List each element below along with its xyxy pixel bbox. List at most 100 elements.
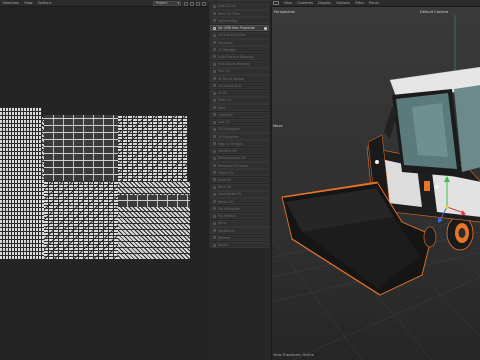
palette-item[interactable]: Optimal Map: [210, 17, 269, 25]
panel-grip[interactable]: [208, 0, 271, 2]
command-icon: [212, 113, 216, 117]
status-text: View Transform: Scene: [273, 353, 314, 357]
palette-item[interactable]: Stitch Lo: [210, 97, 269, 104]
command-icon: [212, 207, 216, 211]
palette-item[interactable]: Auto Shortcut Mapping: [210, 53, 269, 61]
uv-editor-canvas[interactable]: [0, 7, 208, 360]
menu-options[interactable]: Options: [334, 1, 353, 5]
viewport-layout-icon[interactable]: [273, 1, 279, 5]
palette-item[interactable]: Relax UV Filter: [210, 10, 269, 17]
palette-item-label: Auto UV Init: [217, 4, 236, 9]
grid-icon[interactable]: [190, 1, 194, 6]
menu-view[interactable]: View: [281, 1, 295, 5]
palette-item[interactable]: UV Manager: [210, 46, 269, 54]
palette-item-label: Flip Vertical: [217, 214, 236, 219]
palette-item-label: UV Straighten: [217, 134, 240, 139]
viewport-scene: [272, 7, 480, 360]
command-icon: [212, 156, 216, 160]
palette-item-label: Flip Horizontal: [217, 206, 240, 211]
uv-command-palette: Auto UV Init Relax UV Filter Optimal Map Se…: [208, 0, 271, 360]
palette-item[interactable]: Flip Horizontal: [210, 205, 269, 213]
command-icon: [212, 164, 216, 167]
palette-item[interactable]: Randomize: [210, 227, 269, 234]
command-icon: [212, 192, 216, 196]
palette-item-label: Lock UV: [217, 120, 230, 125]
palette-item[interactable]: Flip Vertical: [210, 212, 269, 220]
command-icon: [212, 127, 216, 131]
uv-island-group[interactable]: [0, 179, 44, 259]
palette-item[interactable]: UV Unwrapper: [210, 125, 269, 133]
palette-item[interactable]: UV Lock to Grid: [210, 82, 269, 90]
palette-item[interactable]: UV Fix: [210, 89, 269, 97]
palette-item[interactable]: Pack UV: [210, 68, 269, 75]
uv-island-group[interactable]: [44, 181, 118, 259]
uv-island-group[interactable]: [118, 181, 190, 259]
settings-icon[interactable]: [196, 1, 200, 6]
palette-item[interactable]: Rotate UV: [210, 198, 269, 206]
menu-selection[interactable]: Selection: [0, 1, 22, 5]
palette-item[interactable]: Rectangularize UV: [210, 154, 269, 162]
command-icon: [212, 229, 216, 233]
3d-viewport[interactable]: Perspective Default Camera Move View Tra…: [271, 7, 480, 360]
palette-item[interactable]: Scale UV: [210, 176, 269, 184]
menu-panel[interactable]: Panel: [367, 1, 382, 5]
palette-item[interactable]: UV Straighten: [210, 133, 269, 140]
lock-icon[interactable]: [184, 1, 188, 6]
palette-item[interactable]: Unfold UV: [210, 111, 269, 119]
command-icon: [212, 12, 216, 16]
command-icon: [212, 149, 216, 153]
command-icon: [212, 41, 216, 45]
palette-item[interactable]: Rotate: [210, 241, 269, 249]
palette-item[interactable]: Mirror: [210, 220, 269, 227]
viewport-view-name: Perspective: [274, 10, 295, 14]
palette-list: Auto UV Init Relax UV Filter Optimal Map Se…: [210, 3, 269, 249]
palette-item[interactable]: Rectangle UV Island: [210, 162, 269, 169]
palette-item[interactable]: Symmetrize UV: [210, 191, 269, 198]
palette-item[interactable]: Move UV: [210, 183, 269, 191]
palette-item-label: Randomize: [217, 228, 235, 233]
palette-item[interactable]: UV Grid and Relax: [210, 31, 269, 39]
palette-item-label: Stitch Lo: [217, 98, 231, 103]
command-icon: [212, 243, 216, 247]
palette-item-label: Transform: [217, 40, 233, 45]
command-icon: [212, 48, 216, 52]
palette-item-label: Set UVW from Projection: [217, 26, 256, 31]
command-icon: [212, 214, 216, 218]
palette-item[interactable]: UV Mirror Update: [210, 75, 269, 83]
command-icon: [212, 221, 216, 225]
mode-select[interactable]: Project: [153, 1, 181, 6]
uv-island-group[interactable]: [118, 115, 188, 181]
uv-island-group[interactable]: [118, 195, 190, 207]
palette-item[interactable]: Auto UV Init: [210, 3, 269, 10]
menu-filter[interactable]: Filter: [353, 1, 367, 5]
palette-item-label: Mirror: [217, 221, 227, 226]
uv-island-group[interactable]: [44, 115, 118, 181]
palette-item-label: UV Mirror Update: [217, 76, 245, 81]
menu-display[interactable]: Display: [316, 1, 334, 5]
palette-item[interactable]: Align to Straight: [210, 140, 269, 148]
palette-item[interactable]: Combine UV: [210, 147, 269, 155]
palette-item[interactable]: Set UVW from Projection: [210, 24, 269, 32]
palette-item[interactable]: Reverse: [210, 234, 269, 242]
palette-item[interactable]: Lock UV: [210, 118, 269, 126]
uv-editor-menubar: Selection View Options Project: [0, 0, 208, 7]
options-icon[interactable]: [263, 26, 267, 31]
maximize-icon[interactable]: [202, 1, 206, 6]
palette-item-label: UV Manager: [217, 47, 237, 52]
palette-item-label: Auto Shortcut Mapping: [217, 54, 254, 59]
palette-item[interactable]: Weld: [210, 104, 269, 111]
palette-item[interactable]: Transform: [210, 39, 269, 46]
command-icon: [212, 19, 216, 23]
palette-item-label: UV Grid and Relax: [217, 33, 246, 38]
menu-options[interactable]: Options: [35, 1, 54, 5]
menu-cameras[interactable]: Cameras: [295, 1, 316, 5]
command-icon: [212, 62, 216, 66]
uv-island-group[interactable]: [0, 107, 42, 179]
command-icon: [212, 98, 216, 102]
palette-item[interactable]: Auto Adjust Mapping: [210, 60, 269, 68]
palette-item-label: Combine UV: [217, 149, 237, 154]
palette-item[interactable]: Project UV: [210, 169, 269, 177]
command-icon: [212, 91, 216, 95]
menu-view[interactable]: View: [22, 1, 36, 5]
command-icon: [212, 4, 216, 8]
